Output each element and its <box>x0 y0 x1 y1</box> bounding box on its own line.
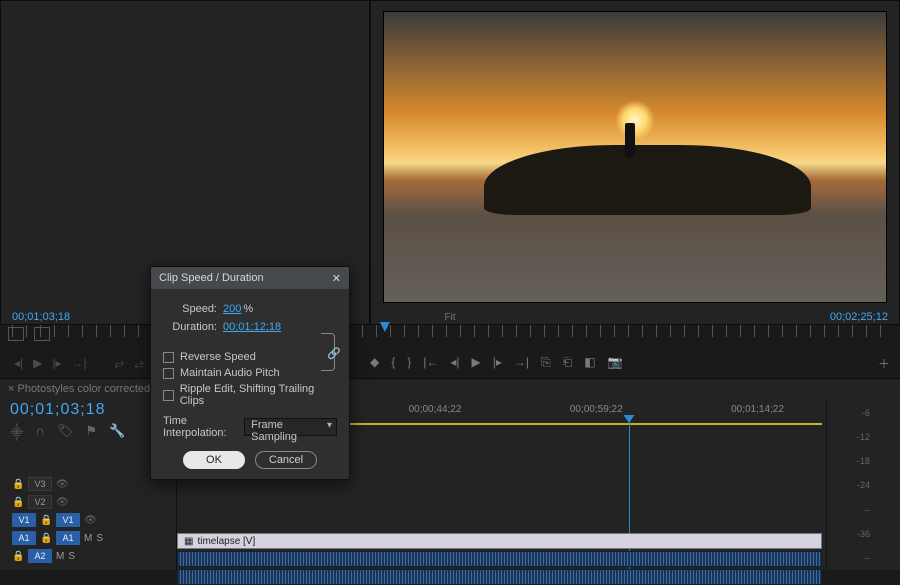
audio-clip-a2[interactable] <box>177 569 822 585</box>
preview-lighthouse <box>625 123 635 157</box>
meter-tick: -6 <box>862 408 870 418</box>
maintain-pitch-label: Maintain Audio Pitch <box>180 367 280 379</box>
meter-tick: -18 <box>857 456 870 466</box>
track-toggle-v3[interactable]: V3 <box>28 477 52 491</box>
reverse-speed-label: Reverse Speed <box>180 351 256 363</box>
src-play-icon[interactable]: ▶ <box>33 356 42 371</box>
add-marker-icon[interactable]: ◆ <box>370 355 379 372</box>
timeline-tool-row: ⸎ ∩ 🏷 ⚑ 🔧 <box>10 423 125 441</box>
track-toggle-v1[interactable]: V1 <box>56 513 80 527</box>
track-headers: 🔒 V3 👁 🔒 V2 👁 V1 🔒 V1 👁 A1 🔒 A1 MS 🔒 A2 … <box>0 475 176 570</box>
timeline-panel: × Photostyles color corrected ≡ 00;01;03… <box>0 378 900 570</box>
extract-icon[interactable]: ⎗ <box>563 355 573 372</box>
audio-meter: -6 -12 -18 -24 -- -36 -- <box>826 401 900 570</box>
cancel-button[interactable]: Cancel <box>255 451 317 469</box>
visibility-icon[interactable]: 👁 <box>84 515 96 526</box>
track-header-v2[interactable]: 🔒 V2 👁 <box>0 493 176 511</box>
speed-label: Speed: <box>163 303 217 315</box>
marker-icon[interactable]: 🏷 <box>57 423 74 441</box>
snap-icon[interactable]: ⸎ <box>10 423 24 441</box>
visibility-icon[interactable]: 👁 <box>56 497 68 508</box>
speed-input[interactable]: 200 <box>223 303 241 315</box>
duration-input[interactable]: 00;01;12;18 <box>223 321 281 333</box>
camera-icon[interactable]: 📷 <box>608 355 623 372</box>
video-clip[interactable]: ▦ timelapse [V] <box>177 533 822 549</box>
settings-icon[interactable]: ⚑ <box>85 423 97 441</box>
track-toggle-a2[interactable]: A2 <box>28 549 52 563</box>
track-header-v1[interactable]: V1 🔒 V1 👁 <box>0 511 176 529</box>
step-fwd-icon[interactable]: |▸ <box>493 355 502 372</box>
track-toggle-a1[interactable]: A1 <box>56 531 80 545</box>
fx-badge-icon: ▦ <box>184 536 193 547</box>
export-frame-icon[interactable]: ◧ <box>584 355 595 372</box>
button-editor-icon[interactable]: ＋ <box>878 355 890 372</box>
src-step-back-icon[interactable]: ◂| <box>14 356 23 371</box>
ok-button[interactable]: OK <box>183 451 245 469</box>
mark-in-icon[interactable]: { <box>391 355 395 372</box>
visibility-icon[interactable]: 👁 <box>56 479 68 490</box>
source-patch-v1[interactable]: V1 <box>12 513 36 527</box>
dialog-titlebar[interactable]: Clip Speed / Duration ✕ <box>151 267 349 289</box>
reverse-speed-checkbox[interactable] <box>163 352 174 363</box>
ripple-edit-checkbox[interactable] <box>163 390 174 401</box>
go-to-in-icon[interactable]: |← <box>423 355 438 372</box>
program-playhead-marker[interactable] <box>380 322 390 332</box>
interpolation-select[interactable]: Frame Sampling <box>244 418 337 436</box>
linked-selection-icon[interactable]: ∩ <box>36 423 45 441</box>
src-next-icon[interactable]: →| <box>72 356 87 371</box>
duration-label: Duration: <box>163 321 217 333</box>
zoom-fit-label[interactable]: Fit <box>444 312 455 323</box>
lock-icon[interactable]: 🔒 <box>40 515 52 526</box>
lock-icon[interactable]: 🔒 <box>12 551 24 562</box>
lock-icon[interactable]: 🔒 <box>12 497 24 508</box>
src-overwrite-icon[interactable]: ⥄ <box>134 356 144 371</box>
meter-tick: -- <box>864 505 870 515</box>
play-icon[interactable]: ▶ <box>472 355 481 372</box>
ripple-edit-label: Ripple Edit, Shifting Trailing Clips <box>180 383 337 407</box>
preview-island <box>484 145 810 215</box>
meter-tick: -36 <box>857 529 870 539</box>
lock-icon[interactable]: 🔒 <box>12 479 24 490</box>
step-back-icon[interactable]: ◂| <box>450 355 459 372</box>
go-to-out-icon[interactable]: →| <box>514 355 529 372</box>
interpolation-label: Time Interpolation: <box>163 415 238 439</box>
ruler-tick-2: 00;00;59;22 <box>570 404 623 415</box>
wrench-icon[interactable]: 🔧 <box>109 423 125 441</box>
dialog-title: Clip Speed / Duration <box>159 272 264 284</box>
maintain-pitch-checkbox[interactable] <box>163 368 174 379</box>
lock-icon[interactable]: 🔒 <box>40 533 52 544</box>
src-step-fwd-icon[interactable]: |▸ <box>52 356 61 371</box>
meter-tick: -12 <box>857 432 870 442</box>
speed-unit: % <box>243 303 253 315</box>
link-toggle-icon[interactable]: 🔗 <box>327 347 341 360</box>
close-icon[interactable]: ✕ <box>332 272 341 285</box>
audio-clip-a1[interactable] <box>177 551 822 567</box>
src-insert-icon[interactable]: ⥂ <box>115 356 125 371</box>
clip-speed-dialog: Clip Speed / Duration ✕ Speed: 200 % Dur… <box>150 266 350 480</box>
mark-out-icon[interactable]: } <box>407 355 411 372</box>
sequence-tab[interactable]: × Photostyles color corrected ≡ <box>8 383 160 395</box>
program-monitor-panel <box>370 0 900 325</box>
timeline-current-timecode[interactable]: 00;01;03;18 <box>10 401 106 419</box>
meter-tick: -24 <box>857 480 870 490</box>
track-header-a1[interactable]: A1 🔒 A1 MS <box>0 529 176 547</box>
ruler-tick-1: 00;00;44;22 <box>409 404 462 415</box>
program-monitor-view[interactable] <box>383 11 887 303</box>
track-toggle-v2[interactable]: V2 <box>28 495 52 509</box>
track-header-a2[interactable]: 🔒 A2 MS <box>0 547 176 565</box>
source-patch-a1[interactable]: A1 <box>12 531 36 545</box>
meter-tick: -- <box>864 553 870 563</box>
insert-icon[interactable] <box>34 327 50 341</box>
lift-icon[interactable]: ⎘ <box>541 355 551 372</box>
ruler-tick-3: 00;01;14;22 <box>731 404 784 415</box>
program-right-timecode: 00;02;25;12 <box>830 311 888 323</box>
settings-icon[interactable] <box>8 327 24 341</box>
